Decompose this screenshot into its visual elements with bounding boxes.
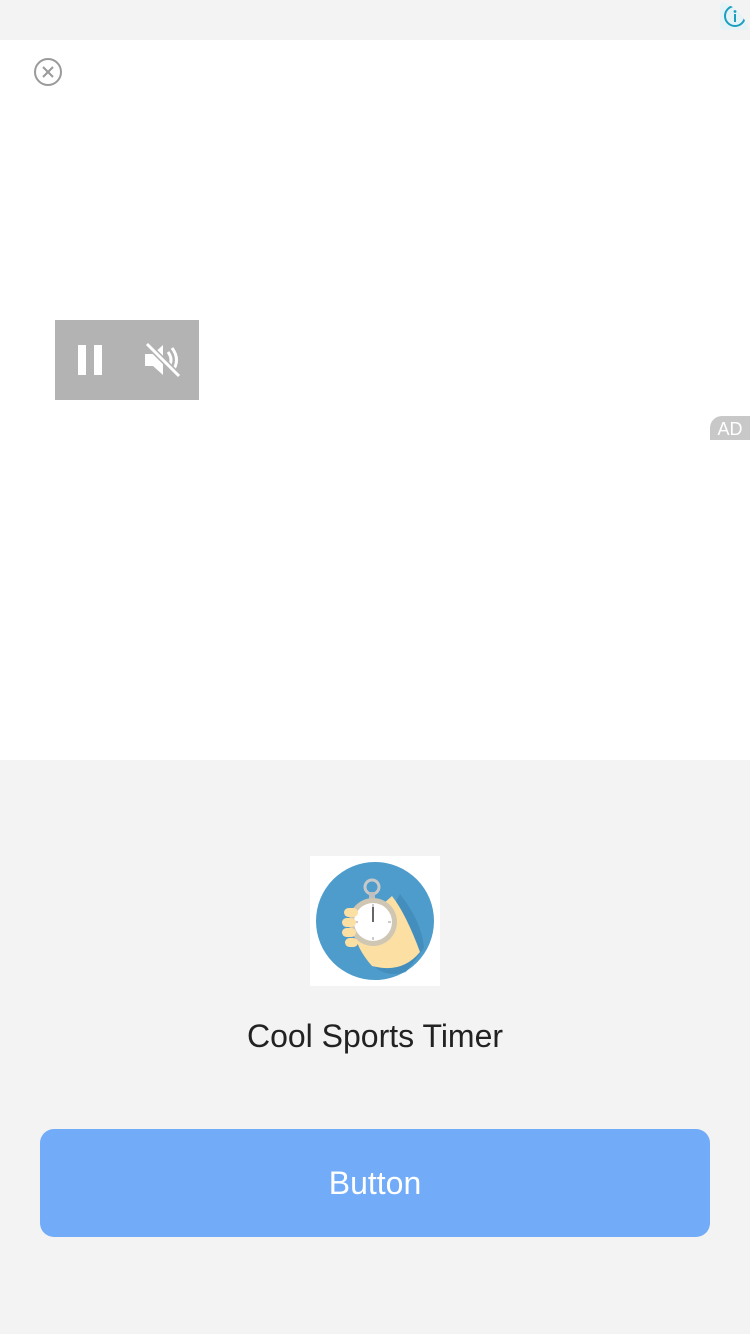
muted-speaker-icon [144, 341, 182, 379]
app-name: Cool Sports Timer [246, 1018, 504, 1054]
cta-button[interactable]: Button [40, 1129, 710, 1237]
mute-button[interactable] [127, 320, 199, 400]
app-info-panel: Cool Sports Timer Button [0, 760, 750, 1334]
ad-screen: AD Cool Sports Timer Button [0, 0, 750, 1334]
top-strip [0, 0, 750, 40]
pause-button[interactable] [55, 320, 127, 400]
close-icon[interactable] [32, 56, 64, 88]
app-icon[interactable] [310, 856, 440, 986]
pause-icon [78, 345, 102, 375]
ad-label: AD [710, 416, 750, 440]
stopwatch-in-hand-icon [316, 862, 434, 980]
info-icon[interactable] [720, 2, 750, 30]
video-controls [55, 320, 199, 400]
video-player[interactable]: AD [0, 40, 750, 760]
